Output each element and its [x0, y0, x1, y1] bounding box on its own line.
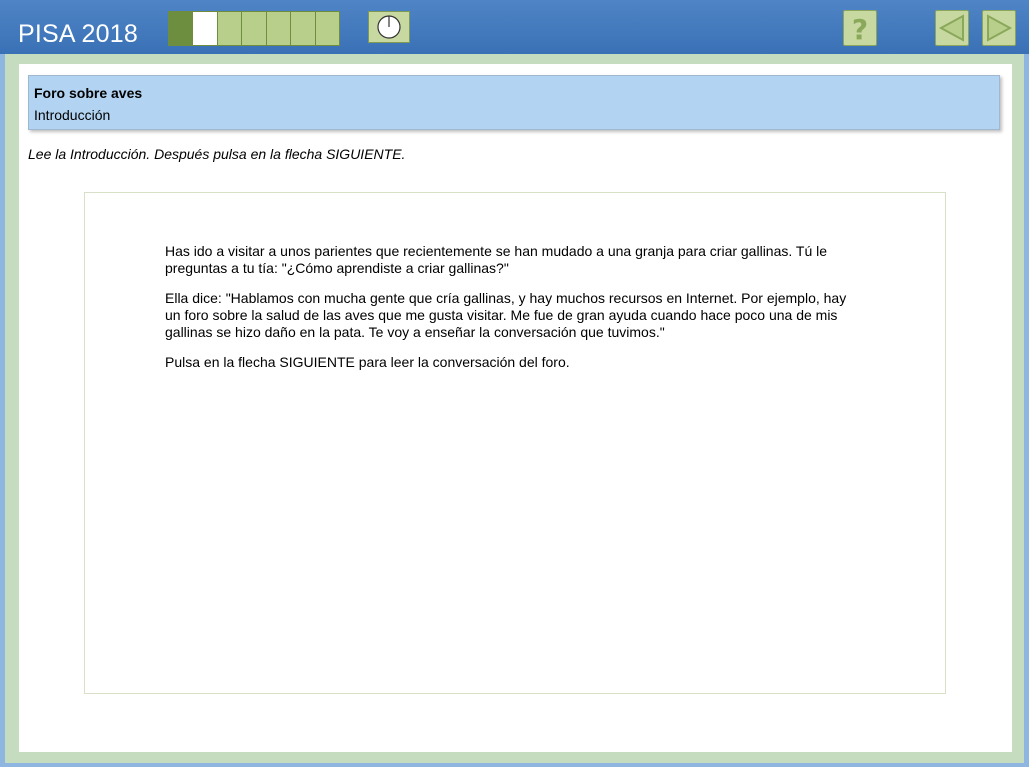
- brand-title: PISA 2018: [18, 20, 138, 48]
- next-button[interactable]: [982, 10, 1016, 46]
- unit-subtitle: Introducción: [34, 107, 111, 123]
- progress-segment: [193, 12, 217, 45]
- stimulus-paragraph: Ella dice: "Hablamos con mucha gente que…: [165, 290, 847, 340]
- progress-segment: [291, 12, 315, 45]
- content-frame: Foro sobre aves Introducción Lee la Intr…: [5, 54, 1024, 763]
- stimulus-text: Has ido a visitar a unos parientes que r…: [165, 243, 865, 384]
- question-mark-icon: ?: [852, 13, 868, 45]
- top-bar: PISA 2018 ?: [0, 0, 1029, 54]
- stimulus-paragraph: Pulsa en la flecha SIGUIENTE para leer l…: [165, 354, 570, 370]
- progress-bar: [168, 11, 340, 46]
- svg-text:?: ?: [852, 13, 868, 45]
- stimulus-paragraph: Has ido a visitar a unos parientes que r…: [165, 243, 828, 276]
- progress-segment: [315, 12, 339, 45]
- help-button[interactable]: ?: [843, 10, 877, 46]
- stimulus-panel: Has ido a visitar a unos parientes que r…: [84, 192, 946, 694]
- left-arrow-icon: [938, 14, 964, 42]
- progress-segment: [217, 12, 242, 45]
- back-button[interactable]: [935, 10, 969, 46]
- progress-segment: [266, 12, 291, 45]
- timer-button[interactable]: [368, 11, 410, 43]
- clock-icon: [377, 15, 401, 39]
- progress-segment: [169, 12, 193, 45]
- unit-title: Foro sobre aves: [34, 85, 143, 101]
- instruction-text: Lee la Introducción. Después pulsa en la…: [28, 146, 406, 162]
- right-arrow-icon: [987, 14, 1013, 42]
- unit-title-box: Foro sobre aves Introducción: [28, 75, 1000, 130]
- progress-segment: [242, 12, 266, 45]
- content-area: Foro sobre aves Introducción Lee la Intr…: [19, 64, 1012, 752]
- pisa-test-window: PISA 2018 ? Foro sobre aves Introducción…: [0, 0, 1029, 767]
